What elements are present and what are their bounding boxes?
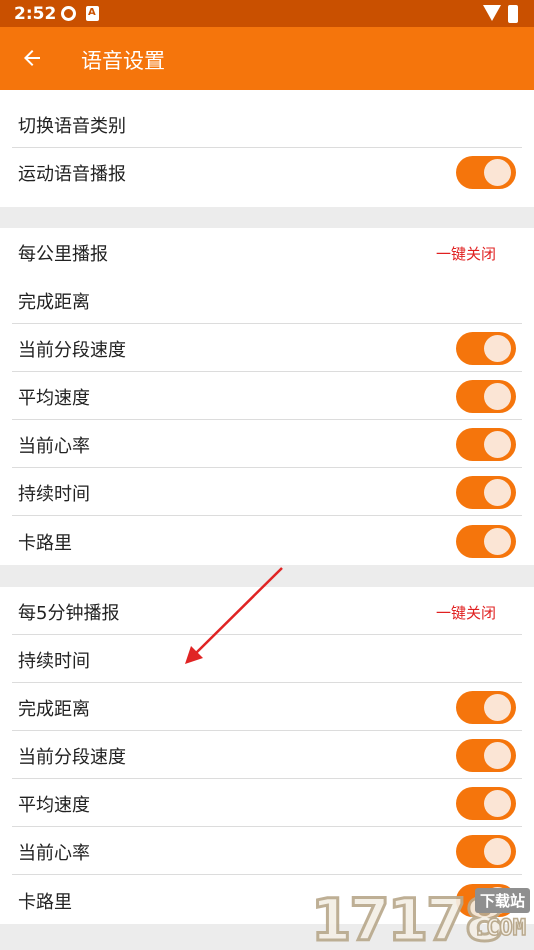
per-5min-distance-label: 完成距离 <box>18 699 90 720</box>
sync-icon <box>61 6 76 21</box>
per-km-distance-label: 完成距离 <box>18 292 90 313</box>
status-time: 2:52 <box>14 4 57 24</box>
per-km-segment-speed-toggle[interactable] <box>456 332 516 365</box>
per-5min-heart-rate-label: 当前心率 <box>18 843 90 864</box>
watermark-domain: .COM <box>472 915 526 942</box>
per-km-heart-rate-label: 当前心率 <box>18 436 90 457</box>
sport-voice-broadcast-toggle[interactable] <box>456 156 516 189</box>
switch-voice-type-row[interactable]: 切换语音类别 <box>0 100 534 148</box>
per-km-header: 每公里播报 <box>18 244 108 265</box>
per-km-calories-toggle[interactable] <box>456 525 516 558</box>
per-km-segment-speed-label: 当前分段速度 <box>18 340 126 361</box>
per-5min-avg-speed-toggle[interactable] <box>456 787 516 820</box>
per-5min-distance-toggle[interactable] <box>456 691 516 724</box>
per-5min-section: 每5分钟播报 一键关闭 持续时间 完成距离 当前分段速度 平均速度 当前心率 卡… <box>0 587 534 924</box>
per-km-calories-label: 卡路里 <box>18 533 72 554</box>
watermark-tag: 下载站 <box>475 888 531 913</box>
back-arrow-icon[interactable] <box>20 46 44 70</box>
sport-voice-broadcast-row: 运动语音播报 <box>0 148 534 196</box>
site-watermark-logo: 17178 下载站 .COM <box>305 880 534 950</box>
per-5min-heart-rate-toggle[interactable] <box>456 835 516 868</box>
notification-a-icon <box>86 6 99 21</box>
per-km-duration-label: 持续时间 <box>18 484 90 505</box>
per-km-avg-speed-toggle[interactable] <box>456 380 516 413</box>
per-5min-segment-speed-label: 当前分段速度 <box>18 747 126 768</box>
per-5min-avg-speed-label: 平均速度 <box>18 795 90 816</box>
app-bar: 语音设置 <box>0 27 534 90</box>
per-5min-row-distance: 完成距离 <box>0 683 534 731</box>
per-km-header-row: 每公里播报 一键关闭 <box>0 228 534 276</box>
per-5min-row-segment-speed: 当前分段速度 <box>0 731 534 779</box>
voice-type-section: 切换语音类别 运动语音播报 <box>0 90 534 207</box>
battery-icon <box>508 5 518 23</box>
per-5min-duration-label: 持续时间 <box>18 651 90 672</box>
per-5min-close-all-button[interactable]: 一键关闭 <box>436 602 496 623</box>
per-km-row-duration: 持续时间 <box>0 468 534 516</box>
per-5min-row-duration: 持续时间 <box>0 635 534 683</box>
per-km-row-segment-speed: 当前分段速度 <box>0 324 534 372</box>
page-title: 语音设置 <box>81 49 165 73</box>
per-km-row-calories: 卡路里 <box>0 517 534 565</box>
per-5min-segment-speed-toggle[interactable] <box>456 739 516 772</box>
per-km-close-all-button[interactable]: 一键关闭 <box>436 243 496 264</box>
divider <box>12 874 522 875</box>
switch-voice-type-label: 切换语音类别 <box>18 116 126 137</box>
per-km-avg-speed-label: 平均速度 <box>18 388 90 409</box>
per-km-row-heart-rate: 当前心率 <box>0 420 534 468</box>
per-km-heart-rate-toggle[interactable] <box>456 428 516 461</box>
sport-voice-broadcast-label: 运动语音播报 <box>18 164 126 185</box>
divider <box>12 515 522 516</box>
per-km-row-distance: 完成距离 <box>0 276 534 324</box>
per-km-duration-toggle[interactable] <box>456 476 516 509</box>
per-5min-row-heart-rate: 当前心率 <box>0 827 534 875</box>
per-5min-calories-label: 卡路里 <box>18 892 72 913</box>
per-5min-row-avg-speed: 平均速度 <box>0 779 534 827</box>
per-km-section: 每公里播报 一键关闭 完成距离 当前分段速度 平均速度 当前心率 持续时间 卡路… <box>0 228 534 565</box>
per-5min-header: 每5分钟播报 <box>18 603 120 624</box>
per-km-row-avg-speed: 平均速度 <box>0 372 534 420</box>
wifi-icon <box>483 5 501 21</box>
status-bar: 2:52 <box>0 0 534 27</box>
per-5min-header-row: 每5分钟播报 一键关闭 <box>0 587 534 635</box>
